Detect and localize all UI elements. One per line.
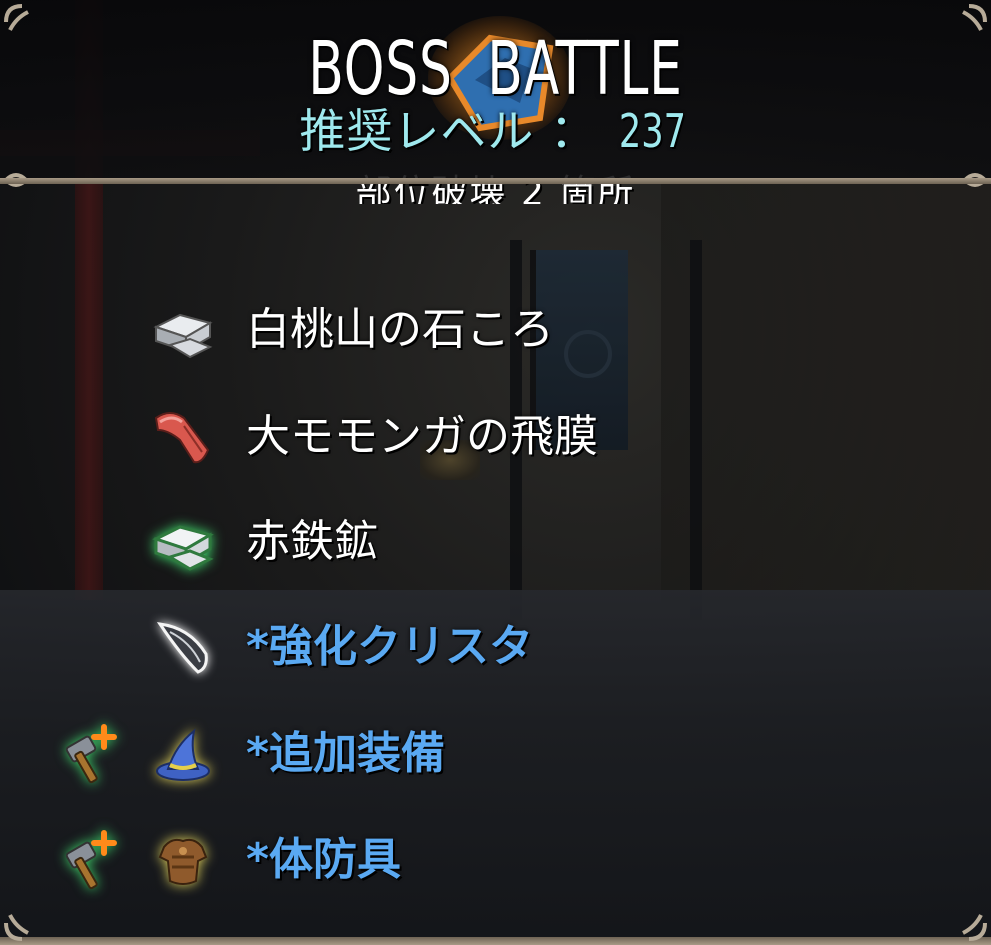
recommended-level: 推奨レベル ： 237	[0, 108, 991, 154]
boss-battle-title: BOSS BATTLE	[308, 26, 683, 112]
ore-block-icon	[152, 525, 214, 571]
frame-corner-icon	[4, 914, 29, 941]
frame-corner-icon	[962, 914, 987, 941]
frame-corner-icon	[4, 4, 29, 31]
smith-hammer-plus-icon	[65, 724, 117, 784]
boss-battle-header: BOSS BATTLE 推奨レベル ： 237	[0, 0, 991, 187]
recommended-level-value: 237	[618, 104, 686, 158]
drop-item-label: *追加装備	[246, 728, 446, 779]
drop-item[interactable]: *追加装備	[0, 714, 991, 794]
drop-item[interactable]: 大モモンガの飛膜	[0, 397, 991, 477]
drop-item[interactable]: 赤鉄鉱	[0, 502, 991, 582]
wizard-hat-icon	[156, 728, 210, 781]
drop-item[interactable]: *強化クリスタ	[0, 607, 991, 687]
smith-hammer-plus-icon	[65, 830, 117, 890]
drop-item-label: *体防具	[246, 834, 402, 885]
frame-corner-icon	[962, 4, 987, 31]
footer-divider	[0, 937, 991, 945]
crystal-shard-icon	[156, 622, 208, 674]
stone-block-icon	[153, 313, 213, 359]
drop-item[interactable]: 白桃山の石ころ	[0, 290, 991, 370]
drop-item-label: 白桃山の石ころ	[246, 304, 554, 355]
body-armor-icon	[158, 838, 208, 885]
recommended-level-label: 推奨レベル ：	[299, 104, 613, 158]
drop-item[interactable]: *体防具	[0, 820, 991, 900]
drop-item-label: 大モモンガの飛膜	[246, 411, 598, 462]
drop-item-label: *強化クリスタ	[246, 621, 534, 672]
drop-item-label: 赤鉄鉱	[246, 516, 378, 567]
header-divider	[0, 178, 991, 184]
red-membrane-icon	[154, 412, 210, 464]
